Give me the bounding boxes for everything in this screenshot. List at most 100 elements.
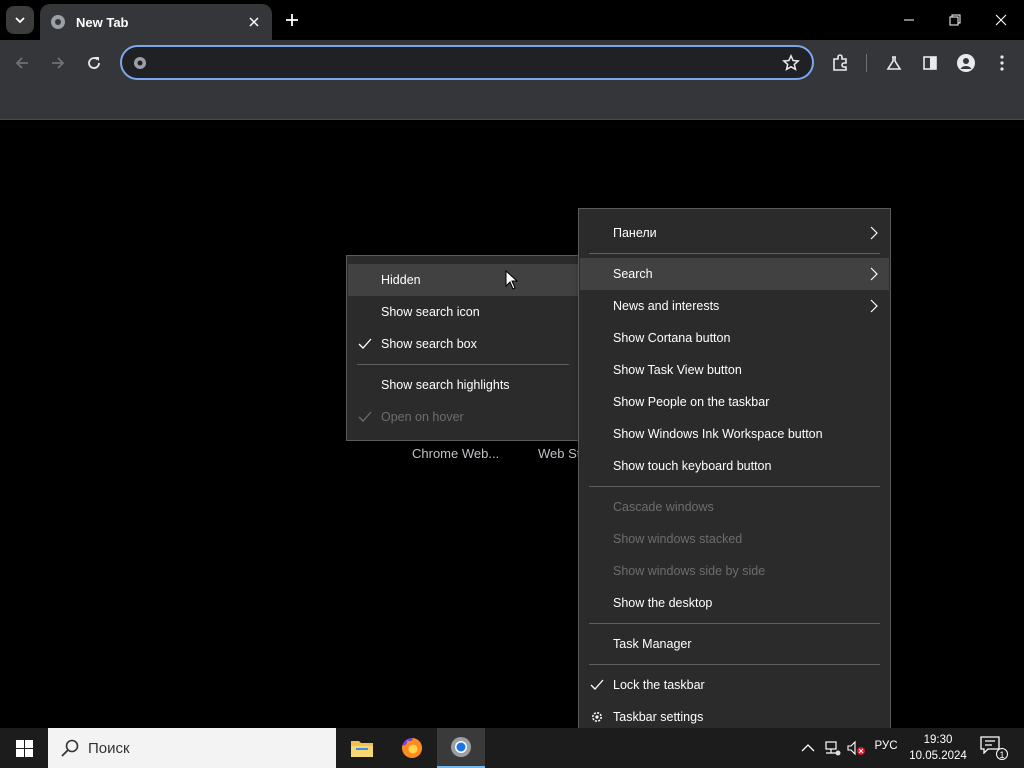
checkmark-icon xyxy=(358,338,372,349)
puzzle-icon xyxy=(833,54,847,71)
menu-item-news-and-interests[interactable]: News and interests xyxy=(580,290,889,322)
input-language-indicator[interactable]: РУС xyxy=(868,740,904,752)
menu-item-label: News and interests xyxy=(613,299,720,313)
chrome-button[interactable] xyxy=(437,728,485,768)
menu-item-label: Show search icon xyxy=(381,305,480,319)
menu-item-label: Taskbar settings xyxy=(613,710,704,724)
menu-separator xyxy=(357,364,569,365)
omnibox[interactable] xyxy=(120,45,814,80)
menu-item-lock-taskbar[interactable]: Lock the taskbar xyxy=(580,669,889,701)
menu-item-cascade-windows: Cascade windows xyxy=(580,491,889,523)
tab-new-tab[interactable]: New Tab xyxy=(40,4,272,40)
flask-icon xyxy=(886,56,902,70)
windows-logo-icon xyxy=(15,739,33,757)
gear-icon xyxy=(592,712,602,722)
menu-item-windows-stacked: Show windows stacked xyxy=(580,523,889,555)
new-tab-button[interactable] xyxy=(280,8,304,32)
reload-button[interactable] xyxy=(80,49,108,77)
chevron-right-icon xyxy=(870,267,878,281)
extensions-button[interactable] xyxy=(826,49,854,77)
taskbar-clock[interactable]: 19:30 10.05.2024 xyxy=(906,732,970,764)
menu-item-task-manager[interactable]: Task Manager xyxy=(580,628,889,660)
restore-button[interactable] xyxy=(932,0,978,40)
arrow-left-icon xyxy=(15,57,28,69)
restore-icon xyxy=(949,14,961,26)
network-button[interactable] xyxy=(822,738,842,758)
menu-item-label: Show People on the taskbar xyxy=(613,395,770,409)
menu-separator xyxy=(589,623,880,624)
arrow-right-icon xyxy=(52,57,65,69)
profile-button[interactable] xyxy=(952,49,980,77)
checkmark-icon xyxy=(358,411,372,422)
menu-item-show-desktop[interactable]: Show the desktop xyxy=(580,587,889,619)
menu-item-show-search-icon[interactable]: Show search icon xyxy=(348,296,578,328)
show-hidden-icons-button[interactable] xyxy=(798,738,818,758)
menu-item-show-cortana-button[interactable]: Show Cortana button xyxy=(580,322,889,354)
windows-taskbar: Поиск РУС 19:30 10.05.2024 1 xyxy=(0,728,1024,768)
start-button[interactable] xyxy=(0,728,48,768)
address-input[interactable] xyxy=(158,51,778,75)
menu-item-show-search-highlights[interactable]: Show search highlights xyxy=(348,369,578,401)
side-panel-icon xyxy=(923,56,937,70)
volume-button[interactable] xyxy=(846,738,866,758)
mouse-cursor-icon xyxy=(505,270,519,290)
menu-item-label: Show Task View button xyxy=(613,363,742,377)
tab-title: New Tab xyxy=(76,14,129,30)
shortcut-web-store[interactable]: Web St xyxy=(538,446,580,461)
side-panel-button[interactable] xyxy=(916,49,944,77)
menu-item-show-ink-workspace[interactable]: Show Windows Ink Workspace button xyxy=(580,418,889,450)
menu-item-search[interactable]: Search xyxy=(580,258,889,290)
tab-search-button[interactable] xyxy=(6,6,34,34)
forward-button[interactable] xyxy=(44,49,72,77)
menu-separator xyxy=(589,253,880,254)
avatar-icon xyxy=(957,54,975,72)
menu-item-label: Панели xyxy=(613,226,657,240)
notification-count-badge: 1 xyxy=(996,748,1008,760)
toolbar-divider xyxy=(866,54,867,72)
menu-item-label: Show Cortana button xyxy=(613,331,731,345)
menu-item-panels[interactable]: Панели xyxy=(580,217,889,249)
menu-item-show-task-view-button[interactable]: Show Task View button xyxy=(580,354,889,386)
firefox-button[interactable] xyxy=(388,728,436,768)
close-window-button[interactable] xyxy=(978,0,1024,40)
close-icon xyxy=(249,17,259,27)
shortcut-chrome-web-store[interactable]: Chrome Web... xyxy=(412,446,499,461)
action-center-button[interactable]: 1 xyxy=(980,736,1008,760)
chevron-right-icon xyxy=(870,226,878,240)
menu-item-open-on-hover: Open on hover xyxy=(348,401,578,433)
menu-separator xyxy=(589,664,880,665)
taskbar-search-box[interactable]: Поиск xyxy=(48,728,336,768)
checkmark-icon xyxy=(590,679,604,690)
chevron-down-icon xyxy=(15,17,25,24)
menu-item-show-search-box[interactable]: Show search box xyxy=(348,328,578,360)
plus-icon xyxy=(286,14,298,26)
menu-item-show-touch-keyboard[interactable]: Show touch keyboard button xyxy=(580,450,889,482)
network-icon xyxy=(825,741,841,756)
reload-icon xyxy=(88,57,100,69)
menu-item-label: Search xyxy=(613,267,653,281)
clock-date: 10.05.2024 xyxy=(909,750,967,762)
taskbar-context-menu: Панели Search News and interests Show Co… xyxy=(578,208,891,742)
menu-item-show-people[interactable]: Show People on the taskbar xyxy=(580,386,889,418)
google-icon xyxy=(134,57,146,69)
taskbar-search-text: Поиск xyxy=(88,739,130,757)
file-explorer-button[interactable] xyxy=(338,728,386,768)
menu-item-hidden[interactable]: Hidden xyxy=(348,264,578,296)
menu-item-label: Show search highlights xyxy=(381,378,510,392)
chrome-favicon-icon xyxy=(51,15,65,29)
back-button[interactable] xyxy=(8,49,36,77)
close-icon xyxy=(995,14,1007,26)
chevron-up-icon xyxy=(801,744,815,752)
search-submenu: Hidden Show search icon Show search box … xyxy=(346,255,580,441)
menu-item-label: Cascade windows xyxy=(613,500,714,514)
bookmark-star-icon[interactable] xyxy=(782,54,800,72)
minimize-button[interactable] xyxy=(886,0,932,40)
menu-item-label: Show search box xyxy=(381,337,477,351)
volume-muted-icon xyxy=(847,740,865,756)
labs-button[interactable] xyxy=(880,49,908,77)
menu-item-label: Show windows stacked xyxy=(613,532,743,546)
firefox-icon xyxy=(402,737,423,758)
tab-close-button[interactable] xyxy=(246,14,262,30)
menu-button[interactable] xyxy=(988,49,1016,77)
menu-item-windows-side-by-side: Show windows side by side xyxy=(580,555,889,587)
